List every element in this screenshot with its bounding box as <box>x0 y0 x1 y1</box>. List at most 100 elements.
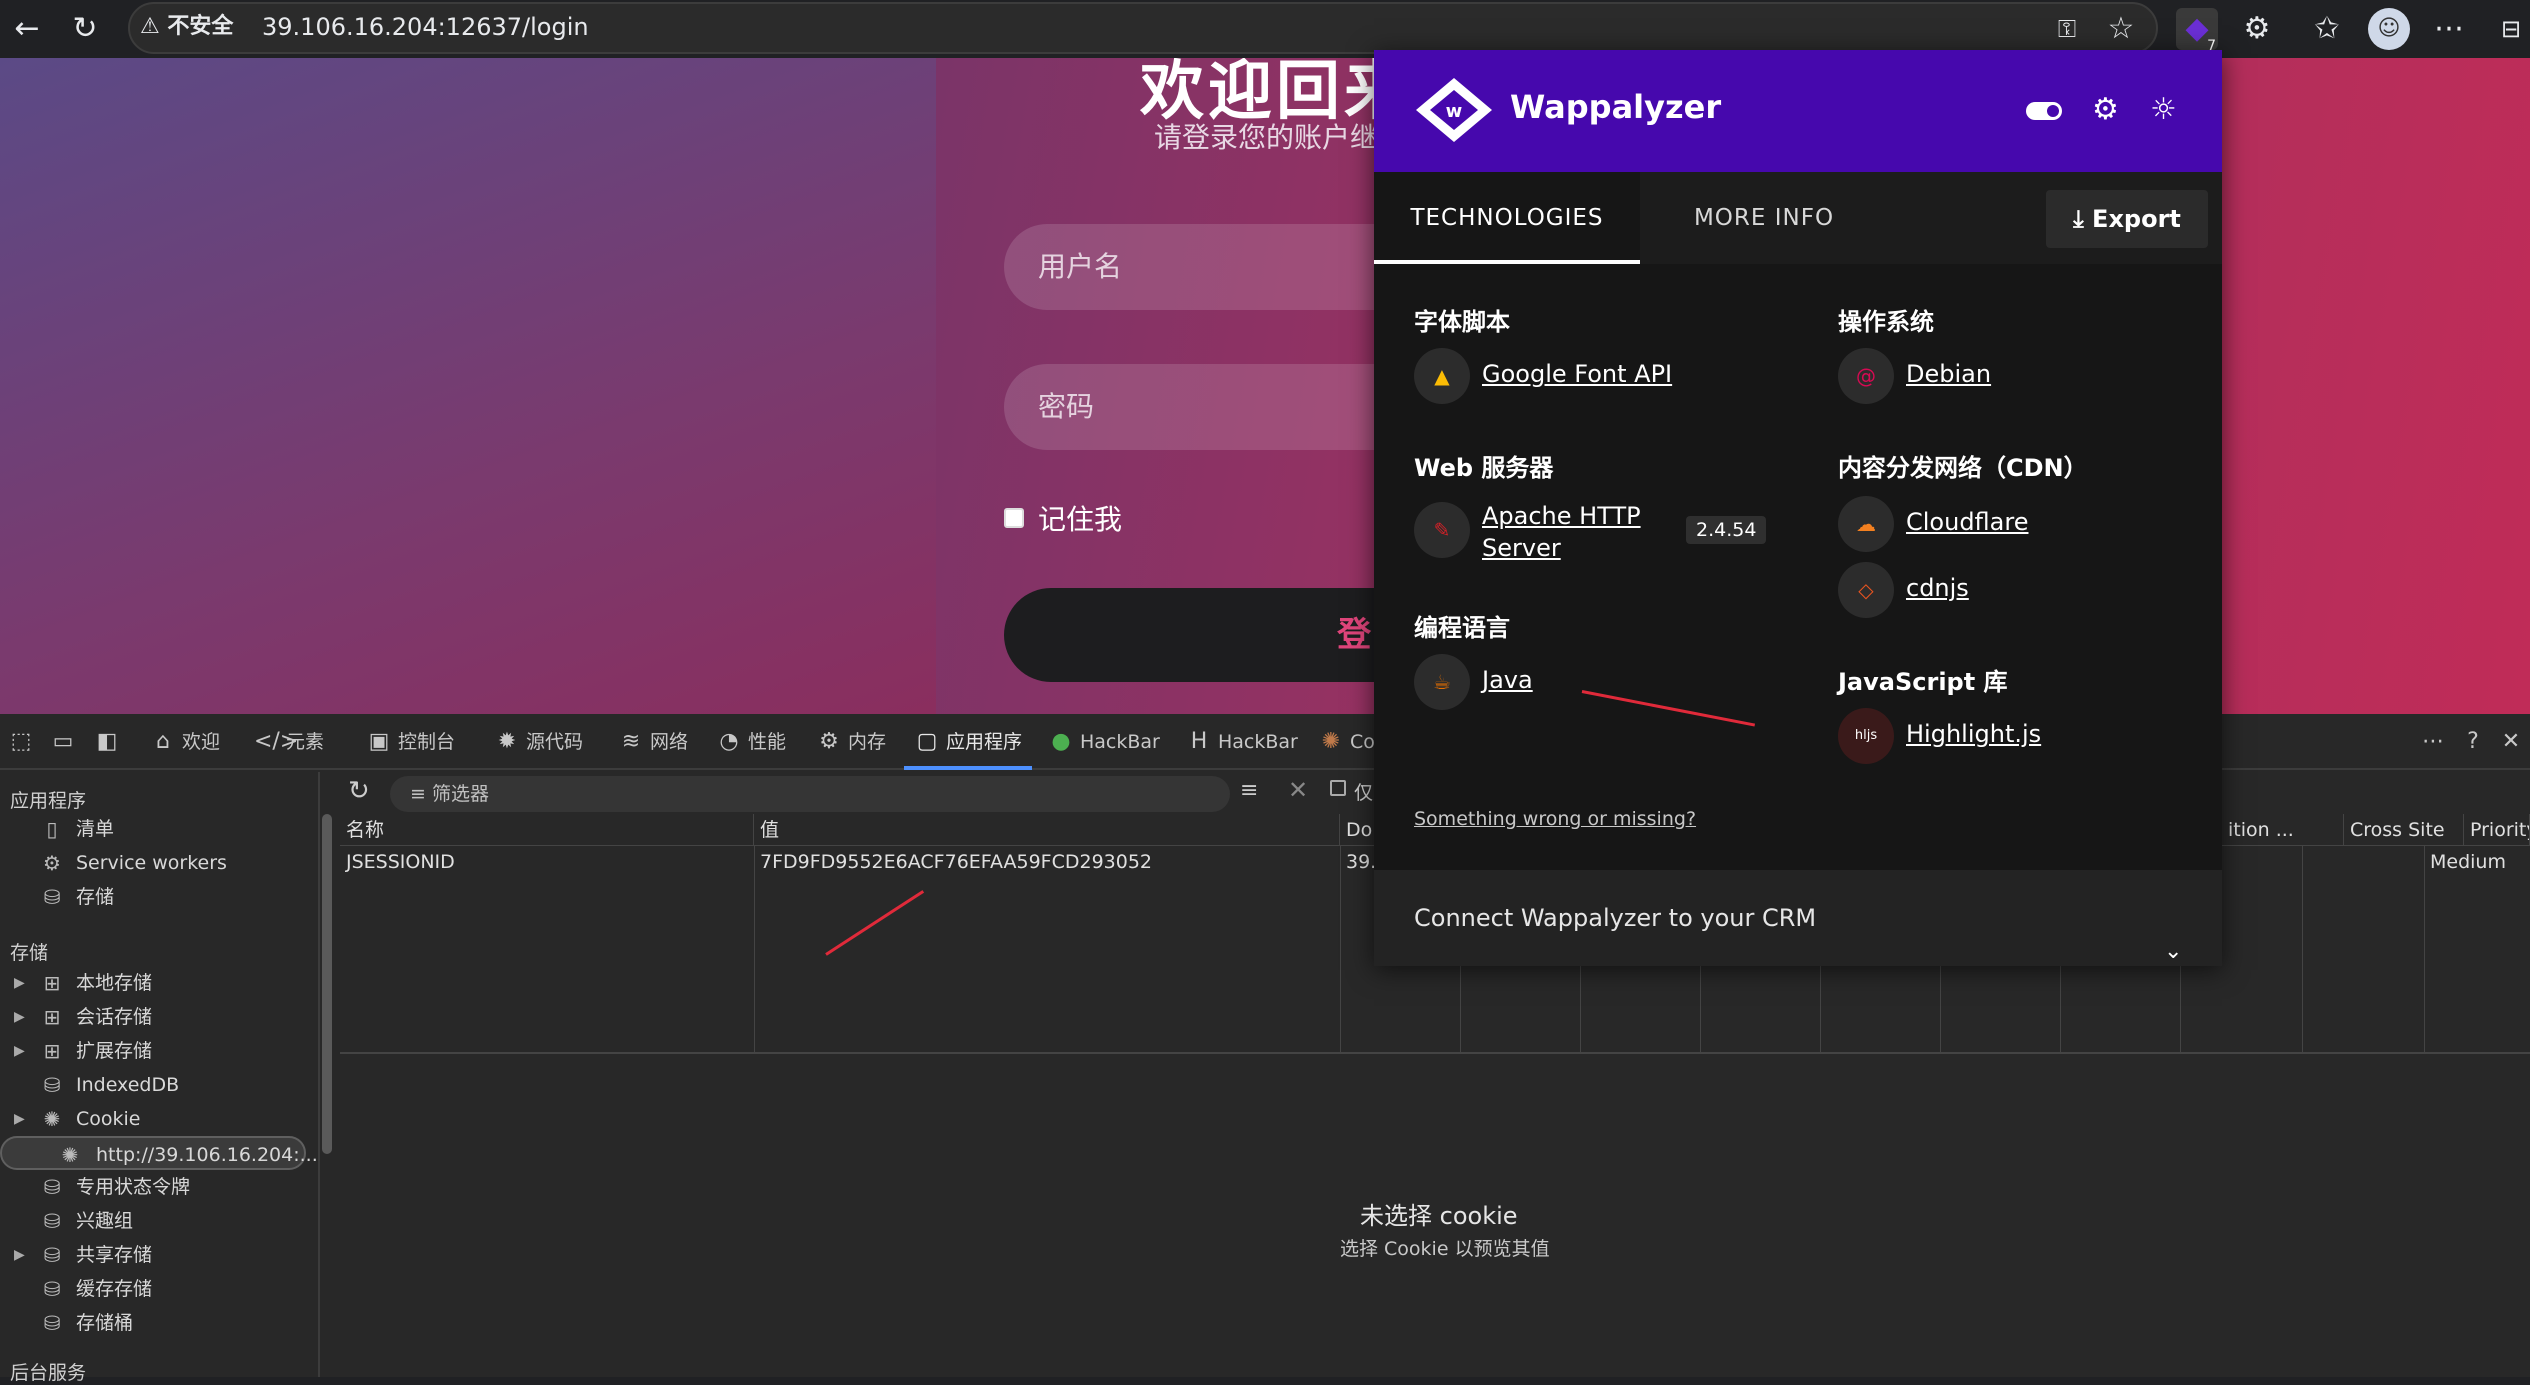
refresh-icon[interactable]: ↻ <box>348 776 370 806</box>
tab-sources[interactable]: ✹ 源代码 <box>494 714 583 770</box>
tab-label: 性能 <box>748 731 787 753</box>
sidebar-item-label: IndexedDB <box>76 1074 180 1096</box>
expand-arrow-icon[interactable]: ▶ <box>14 1000 25 1034</box>
devtools-more-icon[interactable]: ⋯ <box>2420 714 2452 770</box>
tab-label: HackBar <box>1080 731 1160 753</box>
key-icon[interactable]: ⚿ <box>2046 8 2088 50</box>
column-header[interactable]: Do <box>1340 814 1376 846</box>
sidebar-item-local-storage[interactable]: ▶ ⊞ 本地存储 <box>0 966 306 1000</box>
sidebar-item-service-workers[interactable]: ⚙ Service workers <box>0 846 306 880</box>
file-icon: ▯ <box>46 817 58 841</box>
tab-technologies[interactable]: TECHNOLOGIES <box>1374 172 1640 264</box>
export-button[interactable]: ⤓ Export <box>2046 190 2208 248</box>
cookie-name-cell[interactable]: JSESSIONID <box>340 846 754 878</box>
sidebar-item-shared-storage[interactable]: ▶ ⛁ 共享存储 <box>0 1238 306 1272</box>
tab-performance[interactable]: ◔ 性能 <box>716 714 786 770</box>
security-label: 不安全 <box>167 14 234 39</box>
sidebar-item-label: Service workers <box>76 852 227 874</box>
database-icon: ⛁ <box>43 1243 61 1267</box>
expand-arrow-icon[interactable]: ▶ <box>14 1238 25 1272</box>
settings-gear-icon[interactable]: ⚙ <box>2092 90 2119 130</box>
sidebar-item-storage[interactable]: ⛁ 存储 <box>0 880 306 914</box>
column-header[interactable]: 名称 <box>340 814 754 846</box>
device-icon[interactable]: ▭ <box>50 714 82 770</box>
delete-icon[interactable]: ✕ <box>1288 776 1308 804</box>
sidebar-item-manifest[interactable]: ▯ 清单 <box>0 812 306 846</box>
star-icon[interactable]: ☆ <box>2100 8 2142 50</box>
tech-name[interactable]: Debian <box>1906 360 1991 388</box>
wappalyzer-popup: w Wappalyzer ⚙ ☼ TECHNOLOGIES MORE INFO … <box>1374 50 2222 966</box>
wifi-icon: ≋ <box>621 729 641 754</box>
expand-arrow-icon[interactable]: ▶ <box>14 1034 25 1068</box>
theme-sun-icon[interactable]: ☼ <box>2150 90 2177 130</box>
column-header[interactable]: Priority <box>2464 814 2530 846</box>
back-arrow-icon[interactable]: ← <box>6 8 48 50</box>
tab-welcome[interactable]: ⌂ 欢迎 <box>150 714 220 770</box>
tech-name[interactable]: Highlight.js <box>1906 720 2041 748</box>
sidebar-item-session-storage[interactable]: ▶ ⊞ 会话存储 <box>0 1000 306 1034</box>
clear-filter-icon[interactable]: ≡ <box>1240 778 1258 803</box>
sidebar-item-label: 专用状态令牌 <box>76 1176 191 1198</box>
filter-input[interactable]: ≡ 筛选器 <box>390 776 1230 812</box>
tech-name[interactable]: Apache HTTP Server <box>1482 500 1662 564</box>
remember-checkbox[interactable] <box>1004 508 1024 528</box>
column-header[interactable]: ition ... <box>2222 814 2344 846</box>
sidebar-item-label: 存储 <box>76 886 115 908</box>
cookie-priority-cell[interactable]: Medium <box>2424 846 2530 878</box>
sidebar-item-label: 会话存储 <box>76 1006 153 1028</box>
sidebar-item-indexeddb[interactable]: ⛁ IndexedDB <box>0 1068 306 1102</box>
extensions-icon[interactable]: ⚙ <box>2236 8 2278 50</box>
wappalyzer-extension-icon[interactable]: ◆ 7 <box>2176 8 2218 54</box>
tech-name[interactable]: Google Font API <box>1482 360 1672 388</box>
sidebar-toggle-icon[interactable]: ⊟ <box>2490 8 2530 50</box>
reload-icon[interactable]: ↻ <box>64 8 106 50</box>
cookie-value-cell[interactable]: 7FD9FD9552E6ACF76EFAA59FCD293052 <box>754 846 1340 878</box>
favorites-icon[interactable]: ✩ <box>2306 8 2348 50</box>
table-icon: ⊞ <box>43 971 61 995</box>
sidebar-item-storage-buckets[interactable]: ⛁ 存储桶 <box>0 1306 306 1340</box>
tab-elements[interactable]: </>元素 <box>254 714 324 770</box>
expand-arrow-icon[interactable]: ▶ <box>14 966 25 1000</box>
tab-hackbar-2[interactable]: H HackBar <box>1186 714 1298 770</box>
column-header[interactable]: Cross Site <box>2344 814 2464 846</box>
sidebar-item-cache-storage[interactable]: ⛁ 缓存存储 <box>0 1272 306 1306</box>
sidebar-item-cookie-origin[interactable]: ✺ http://39.106.16.204:... <box>0 1136 318 1170</box>
tab-hackbar-1[interactable]: ● HackBar <box>1048 714 1160 770</box>
tech-name[interactable]: Java <box>1482 666 1533 694</box>
category-title: JavaScript 库 <box>1838 668 2008 696</box>
tab-cookie-editor[interactable]: ✺ Co <box>1318 714 1375 770</box>
hackbar-h-icon: H <box>1190 729 1208 754</box>
tab-more-info[interactable]: MORE INFO <box>1654 172 1874 264</box>
sidebar-item-interest-groups[interactable]: ⛁ 兴趣组 <box>0 1204 306 1238</box>
sidebar-item-extension-storage[interactable]: ▶ ⊞ 扩展存储 <box>0 1034 306 1068</box>
only-checkbox[interactable] <box>1330 780 1346 796</box>
url-text[interactable]: 39.106.16.204:12637/login <box>262 10 589 44</box>
tech-name[interactable]: Cloudflare <box>1906 508 2028 536</box>
chevron-down-icon[interactable]: ⌄ <box>2164 904 2182 1000</box>
security-warning[interactable]: ⚠ 不安全 <box>140 10 233 44</box>
tab-application[interactable]: ▢ 应用程序 <box>904 714 1033 770</box>
sidebar-scrollbar[interactable] <box>322 814 332 1154</box>
column-header[interactable]: 值 <box>754 814 1340 846</box>
expand-arrow-icon[interactable]: ▶ <box>14 1102 25 1136</box>
tech-name[interactable]: cdnjs <box>1906 574 1969 602</box>
something-wrong-link[interactable]: Something wrong or missing? <box>1414 808 1696 830</box>
close-icon[interactable]: ✕ <box>2498 714 2530 770</box>
wappalyzer-tabs: TECHNOLOGIES MORE INFO ⤓ Export <box>1374 172 2222 264</box>
version-badge: 2.4.54 <box>1686 516 1767 544</box>
sidebar-item-cookie[interactable]: ▶ ✺ Cookie <box>0 1102 306 1136</box>
tab-memory[interactable]: ⚙ 内存 <box>816 714 886 770</box>
tab-console[interactable]: ▣ 控制台 <box>366 714 455 770</box>
crm-connect-bar[interactable]: Connect Wappalyzer to your CRM ⌄ <box>1374 870 2222 966</box>
help-icon[interactable]: ? <box>2460 714 2492 770</box>
toggle-icon[interactable] <box>2026 90 2062 120</box>
tab-label: 元素 <box>286 731 325 753</box>
sidebar-item-label: Cookie <box>76 1108 141 1130</box>
apache-feather-icon: ✎ <box>1414 502 1470 558</box>
tab-network[interactable]: ≋ 网络 <box>618 714 688 770</box>
inspect-icon[interactable]: ⬚ <box>8 714 40 770</box>
more-menu-icon[interactable]: ⋯ <box>2428 8 2470 50</box>
sidebar-item-private-state-tokens[interactable]: ⛁ 专用状态令牌 <box>0 1170 306 1204</box>
dock-icon[interactable]: ◧ <box>94 714 126 770</box>
avatar[interactable]: ☺ <box>2368 8 2410 50</box>
